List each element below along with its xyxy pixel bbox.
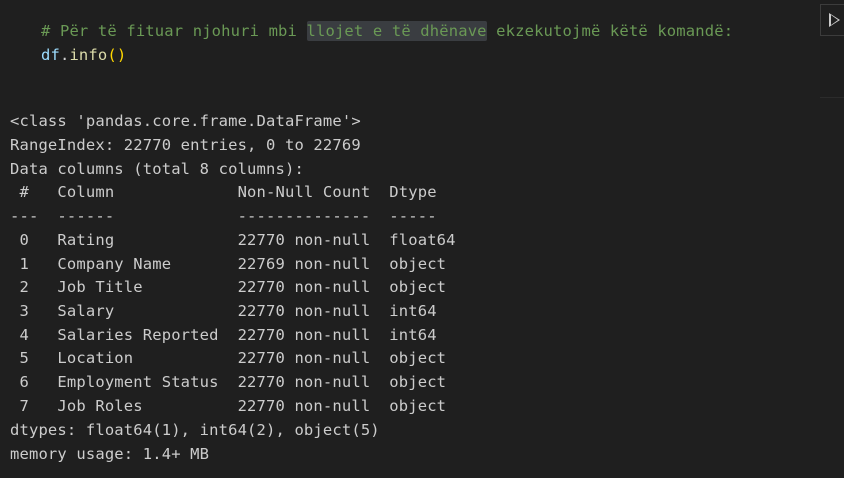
output-line: --- ------ -------------- ----- (10, 207, 456, 225)
output-line: Data columns (total 8 columns): (10, 160, 304, 178)
code-cell[interactable]: # Për të fituar njohuri mbi llojet e të … (0, 0, 844, 98)
code-line-comment: # Për të fituar njohuri mbi llojet e të … (41, 19, 733, 43)
comment-text-before: # Për të fituar njohuri mbi (41, 22, 307, 40)
output-line: dtypes: float64(1), int64(2), object(5) (10, 421, 380, 439)
output-line: 1 Company Name 22769 non-null object (10, 255, 456, 273)
output-line: 7 Job Roles 22770 non-null object (10, 397, 456, 415)
code-editor[interactable]: # Për të fituar njohuri mbi llojet e të … (0, 0, 820, 98)
output-line: # Column Non-Null Count Dtype (10, 183, 456, 201)
output-line: 4 Salaries Reported 22770 non-null int64 (10, 326, 456, 344)
run-cell-button[interactable] (820, 4, 844, 36)
output-line: 2 Job Title 22770 non-null object (10, 278, 456, 296)
output-line: memory usage: 1.4+ MB (10, 445, 210, 463)
code-token-parens: () (107, 46, 127, 64)
output-line: 5 Location 22770 non-null object (10, 349, 456, 367)
output-line: <class 'pandas.core.frame.DataFrame'> (10, 112, 361, 130)
code-token-function: info (69, 46, 108, 64)
output-line: RangeIndex: 22770 entries, 0 to 22769 (10, 136, 361, 154)
comment-text-after: ekzekutojmë këtë komandë: (486, 22, 734, 40)
play-icon (829, 13, 840, 27)
code-token-variable: df (41, 46, 60, 64)
output-line: 3 Salary 22770 non-null int64 (10, 302, 456, 320)
code-line-call: df.info() (41, 43, 126, 67)
output-line: 6 Employment Status 22770 non-null objec… (10, 373, 456, 391)
comment-text-highlight: llojet e të dhënave (306, 21, 487, 41)
cell-output: <class 'pandas.core.frame.DataFrame'> Ra… (0, 99, 844, 478)
output-line: 0 Rating 22770 non-null float64 (10, 231, 456, 249)
